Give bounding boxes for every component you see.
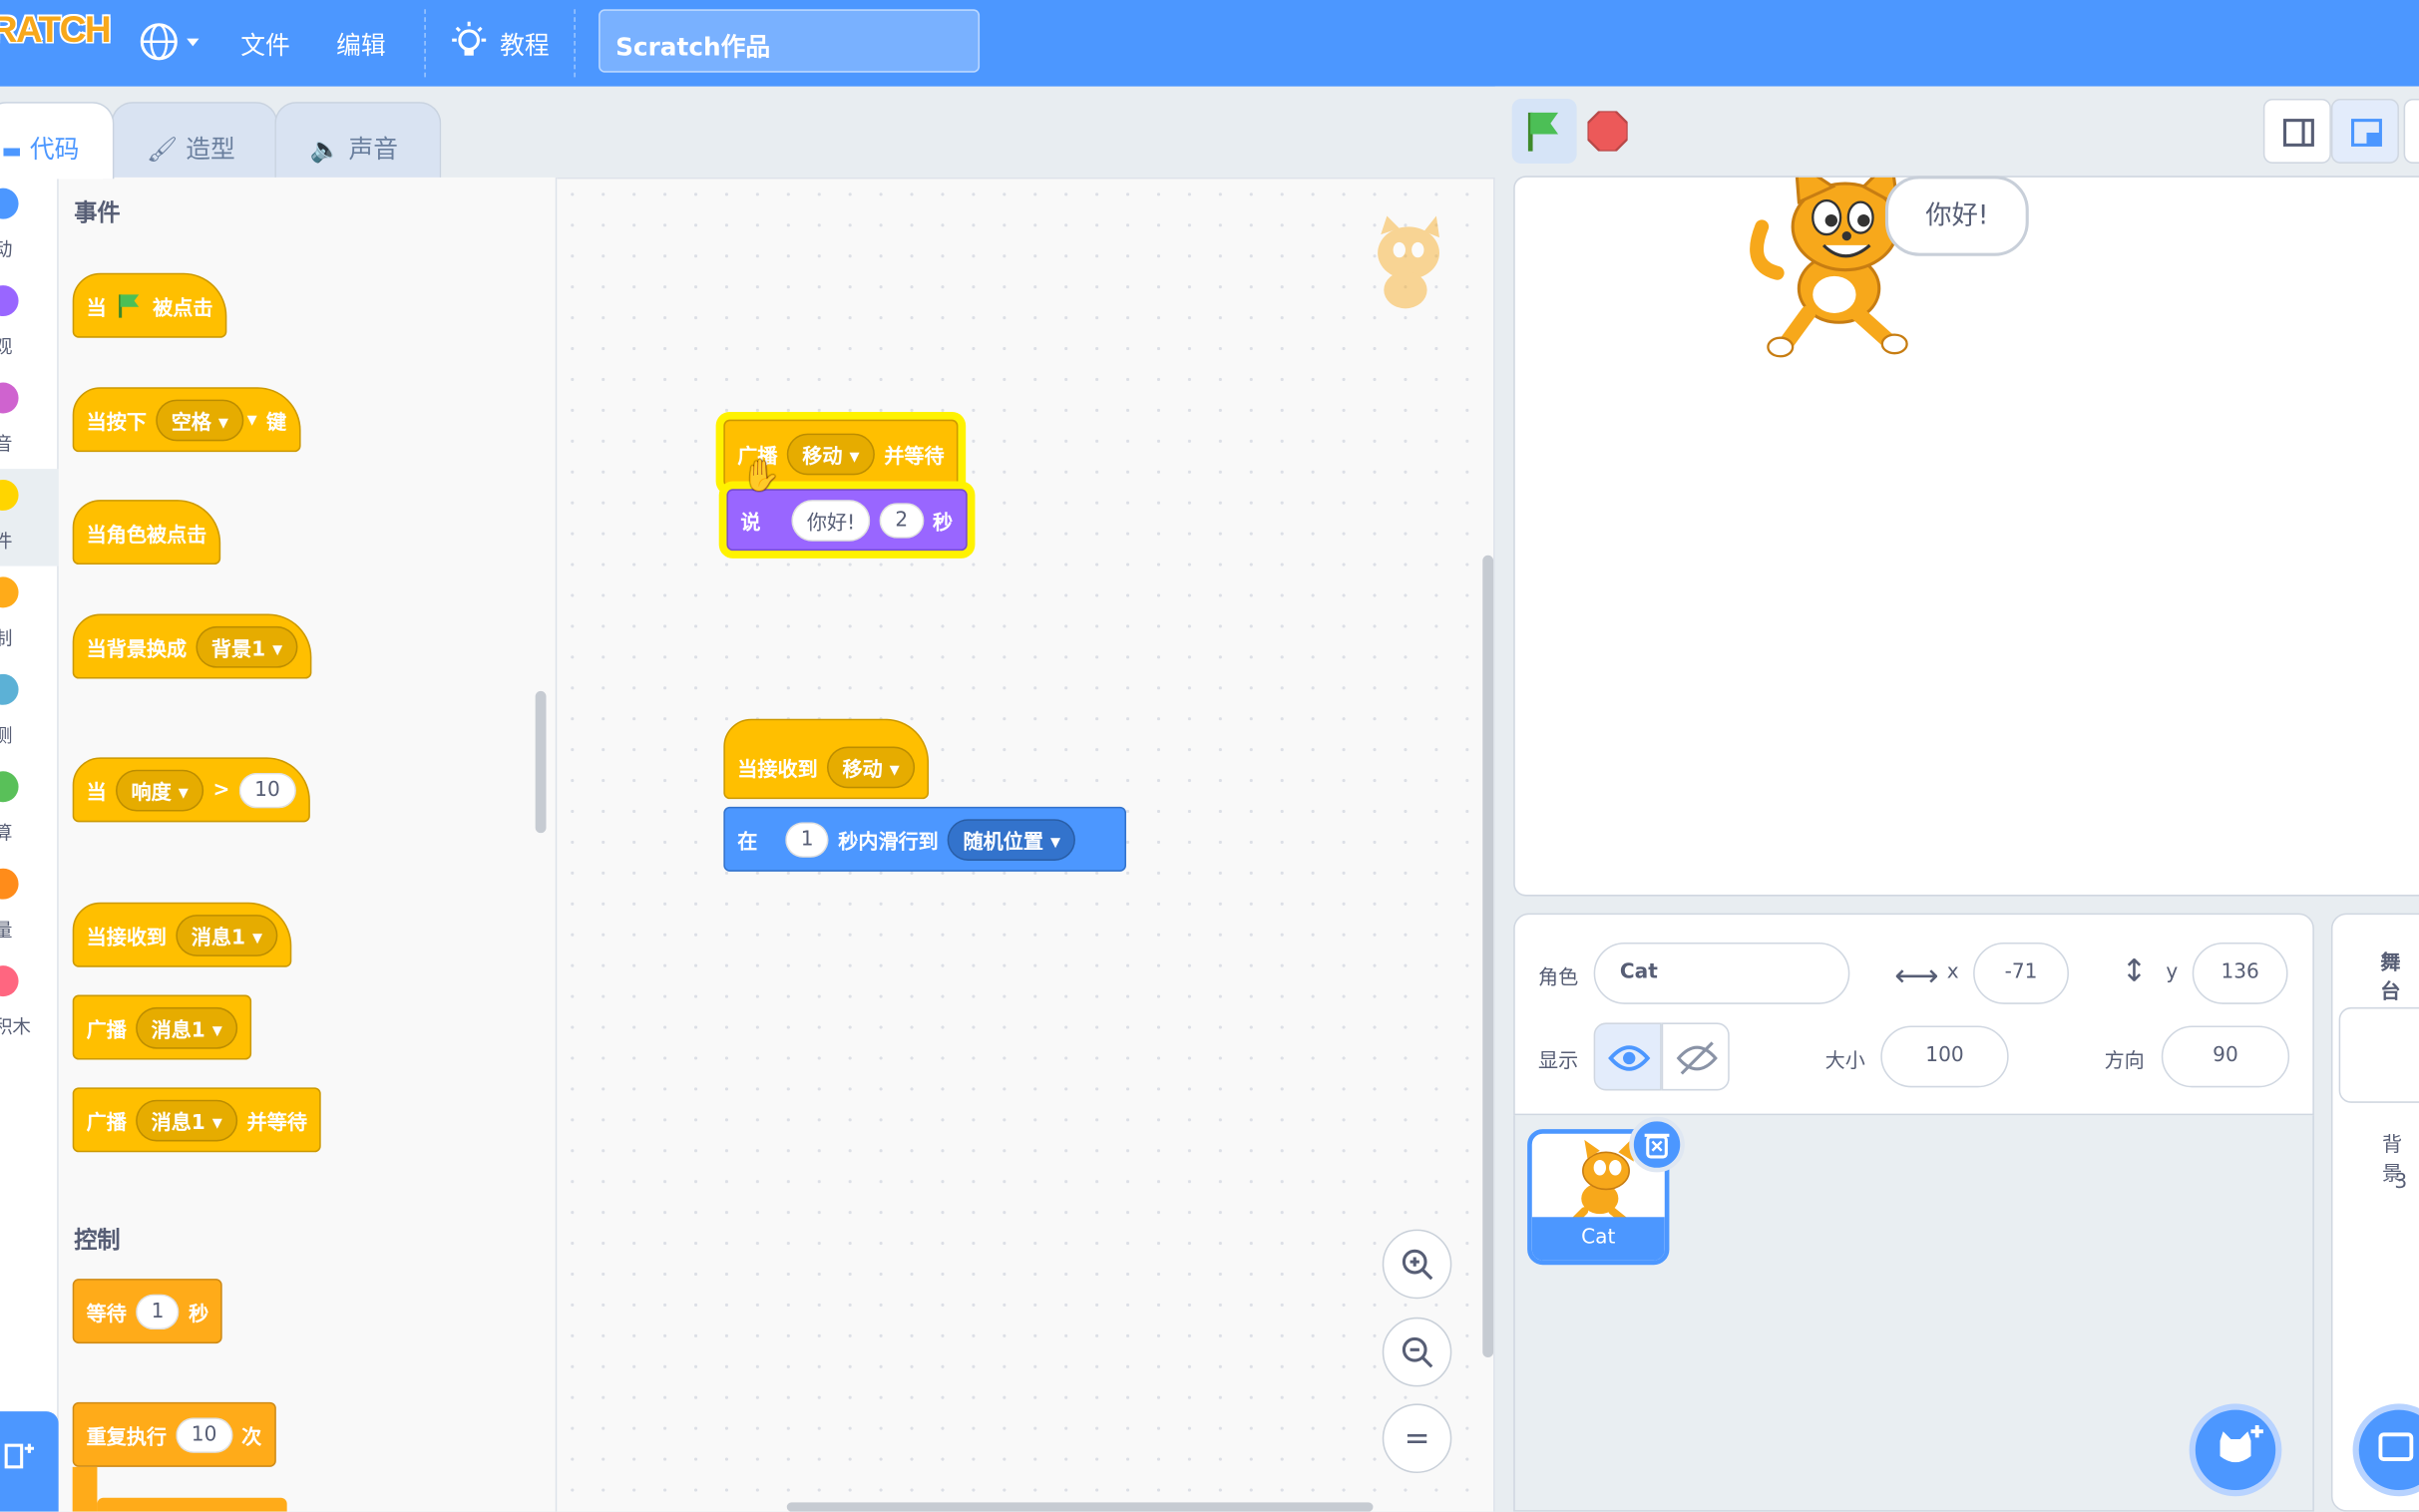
paintbrush-icon: 🖌 bbox=[146, 134, 179, 164]
menu-edit[interactable]: 编辑 bbox=[336, 25, 386, 62]
sprite-label: 角色 bbox=[1537, 966, 1579, 990]
block-palette: 事件 当 被点击 当按下 空格 ▾ ▾ 键 当角色被点击 当背景换成 背景1 ▾ … bbox=[58, 177, 558, 1512]
eye-slash-icon bbox=[1676, 1041, 1718, 1075]
workspace-vertical-scrollbar[interactable] bbox=[1482, 555, 1494, 1358]
vertical-arrows-icon: ↕ bbox=[2121, 951, 2148, 989]
menu-bar: RATCH 文件 编辑 教程 Scratch作品 bbox=[0, 0, 2419, 87]
green-flag-icon bbox=[1527, 112, 1559, 152]
block-when-loudness-greater[interactable]: 当 响度 ▾ > 10 bbox=[72, 757, 310, 823]
green-flag-button[interactable] bbox=[1511, 98, 1577, 164]
zoom-out-button[interactable] bbox=[1382, 1317, 1452, 1387]
repeat-block-bottom bbox=[97, 1497, 287, 1512]
zoom-out-icon bbox=[1402, 1336, 1432, 1368]
show-visible-button[interactable] bbox=[1593, 1022, 1662, 1091]
y-input[interactable]: 136 bbox=[2192, 942, 2288, 1004]
x-label: x bbox=[1946, 960, 1959, 984]
category-operators[interactable]: 算 bbox=[0, 760, 59, 857]
category-looks[interactable]: 观 bbox=[0, 274, 59, 371]
palette-scrollbar[interactable] bbox=[535, 690, 547, 834]
zoom-in-icon bbox=[1402, 1249, 1432, 1281]
choose-sprite-button[interactable] bbox=[2189, 1403, 2282, 1497]
show-hidden-button[interactable] bbox=[1661, 1022, 1730, 1091]
menu-divider bbox=[424, 9, 426, 78]
normal-stage-icon bbox=[2351, 119, 2382, 147]
block-when-backdrop-switches[interactable]: 当背景换成 背景1 ▾ bbox=[72, 613, 312, 679]
code-workspace[interactable]: 广播 移动 ▾ 并等待 说 你好! 2 秒 ✋ 当接收到 移动 ▾ 在 1 秒内… bbox=[557, 177, 1495, 1512]
show-label: 显示 bbox=[1537, 1050, 1579, 1074]
block-repeat[interactable]: 重复执行 10 次 bbox=[72, 1401, 276, 1467]
speaker-icon: 🔈 bbox=[309, 134, 341, 164]
project-title-input[interactable]: Scratch作品 bbox=[599, 9, 981, 73]
image-add-icon bbox=[2378, 1432, 2414, 1462]
stop-button[interactable] bbox=[1586, 110, 1629, 153]
lightbulb-icon[interactable] bbox=[449, 21, 489, 65]
category-events[interactable]: 件 bbox=[0, 469, 59, 567]
delete-sprite-button[interactable] bbox=[1629, 1116, 1685, 1173]
tab-costumes[interactable]: 🖌 造型 bbox=[111, 102, 278, 180]
green-flag-icon bbox=[119, 294, 140, 318]
trash-icon bbox=[1644, 1133, 1670, 1159]
stop-icon bbox=[1586, 110, 1629, 153]
block-when-sprite-clicked[interactable]: 当角色被点击 bbox=[72, 500, 221, 566]
menu-tutorials[interactable]: 教程 bbox=[500, 25, 550, 62]
block-when-i-receive[interactable]: 当接收到 移动 ▾ bbox=[723, 718, 930, 800]
horizontal-arrows-icon: ⟷ bbox=[1894, 955, 1939, 994]
direction-label: 方向 bbox=[2104, 1050, 2145, 1074]
zoom-in-button[interactable] bbox=[1382, 1229, 1452, 1300]
size-label: 大小 bbox=[1824, 1050, 1865, 1074]
tab-sounds[interactable]: 🔈 声音 bbox=[274, 102, 442, 180]
block-broadcast-and-wait[interactable]: 广播 消息1 ▾ 并等待 bbox=[72, 1087, 321, 1153]
small-stage-button[interactable] bbox=[2262, 98, 2331, 164]
block-glide-to[interactable]: 在 1 秒内滑行到 随机位置 ▾ bbox=[723, 806, 1127, 872]
repeat-block-mouth bbox=[72, 1466, 98, 1512]
y-label: y bbox=[2166, 960, 2179, 984]
category-sound[interactable]: 音 bbox=[0, 372, 59, 469]
stage-thumbnail[interactable] bbox=[2338, 1006, 2419, 1103]
small-stage-icon bbox=[2282, 119, 2314, 147]
normal-stage-button[interactable] bbox=[2330, 98, 2399, 164]
category-control[interactable]: 制 bbox=[0, 567, 59, 663]
block-when-i-receive[interactable]: 当接收到 消息1 ▾ bbox=[72, 902, 292, 967]
backdrops-count: 3 bbox=[2394, 1170, 2408, 1195]
stage-canvas[interactable] bbox=[1513, 176, 2419, 897]
code-icon: ▬ bbox=[1, 139, 23, 164]
sprite-watermark-cat bbox=[1360, 212, 1455, 317]
size-input[interactable]: 100 bbox=[1880, 1025, 2009, 1088]
block-wait[interactable]: 等待 1 秒 bbox=[72, 1279, 223, 1344]
workspace-horizontal-scrollbar[interactable] bbox=[786, 1502, 1374, 1512]
block-say-for-secs[interactable]: 说 你好! 2 秒 bbox=[726, 489, 967, 552]
direction-input[interactable]: 90 bbox=[2161, 1025, 2290, 1088]
stage-panel-title: 舞台 bbox=[2380, 951, 2401, 1004]
palette-section-title: 事件 bbox=[74, 198, 121, 227]
category-menu: 动 观 音 件 制 测 算 量 积木 bbox=[0, 177, 59, 1512]
language-globe-icon[interactable] bbox=[139, 22, 201, 65]
tab-code[interactable]: ▬ 代码 bbox=[0, 102, 115, 180]
x-input[interactable]: -71 bbox=[1973, 942, 2069, 1004]
add-extension-button[interactable] bbox=[0, 1411, 59, 1512]
choose-backdrop-button[interactable] bbox=[2352, 1403, 2419, 1497]
palette-section-title: 控制 bbox=[74, 1226, 121, 1255]
fullscreen-button[interactable] bbox=[2403, 98, 2419, 164]
menu-divider bbox=[574, 9, 576, 78]
block-when-flag-clicked[interactable]: 当 被点击 bbox=[72, 272, 227, 338]
block-when-key-pressed[interactable]: 当按下 空格 ▾ ▾ 键 bbox=[72, 387, 301, 453]
eye-icon bbox=[1608, 1045, 1651, 1071]
sprite-thumbnail-label: Cat bbox=[1531, 1217, 1665, 1261]
block-broadcast[interactable]: 广播 消息1 ▾ bbox=[72, 994, 252, 1060]
speech-bubble: 你好! bbox=[1884, 176, 2029, 256]
scratch-logo[interactable]: RATCH bbox=[0, 9, 112, 52]
sprite-name-input[interactable]: Cat bbox=[1593, 942, 1850, 1004]
cat-add-icon bbox=[2219, 1425, 2263, 1463]
category-variables[interactable]: 量 bbox=[0, 858, 59, 954]
category-my-blocks[interactable]: 积木 bbox=[0, 954, 59, 1051]
zoom-reset-button[interactable]: = bbox=[1382, 1403, 1452, 1474]
hand-cursor-icon: ✋ bbox=[741, 456, 781, 494]
menu-file[interactable]: 文件 bbox=[240, 25, 290, 62]
category-motion[interactable]: 动 bbox=[0, 178, 59, 274]
category-sensing[interactable]: 测 bbox=[0, 663, 59, 760]
